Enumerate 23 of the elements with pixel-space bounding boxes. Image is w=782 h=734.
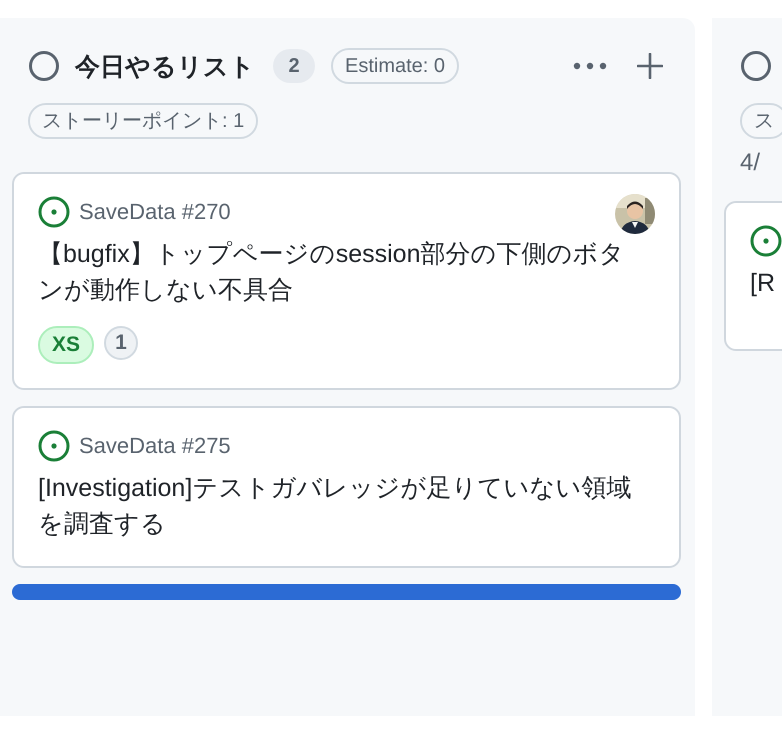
story-points-total: ストーリーポイント: 1 [28,103,258,139]
open-issue-icon [38,196,70,228]
size-label: XS [38,326,94,364]
status-circle-icon [28,50,60,82]
issue-card[interactable]: SaveData #275 [Investigation]テストガバレッジが足りていない領域を調査する [12,406,681,568]
item-count: 2 [273,49,315,83]
issue-card[interactable]: [R [724,201,782,351]
issue-reference[interactable]: SaveData #275 [79,433,231,459]
estimate-total: Estimate: 0 [331,48,460,84]
story-points-total: ス [740,103,782,139]
issue-title[interactable]: 【bugfix】トップページのsession部分の下側のボタンが動作しない不具合 [38,236,633,308]
count-badge: 1 [104,326,138,360]
status-circle-icon [740,50,772,82]
column-title: 今日やるリスト [75,52,255,82]
issue-title[interactable]: [Investigation]テストガバレッジが足りていない領域を調査する [38,470,633,542]
open-issue-icon [38,430,70,462]
issue-title[interactable]: [R [750,265,782,301]
issue-card[interactable]: SaveData #270 【bugfix】トップページのsession部分の下側のボタンが動作しない不具合 XS 1 [12,172,681,390]
date-text: 4/ [740,149,762,177]
issue-reference[interactable]: SaveData #270 [79,199,231,225]
open-issue-icon [750,225,782,257]
more-options-icon[interactable] [573,62,607,70]
add-icon[interactable] [637,53,663,79]
